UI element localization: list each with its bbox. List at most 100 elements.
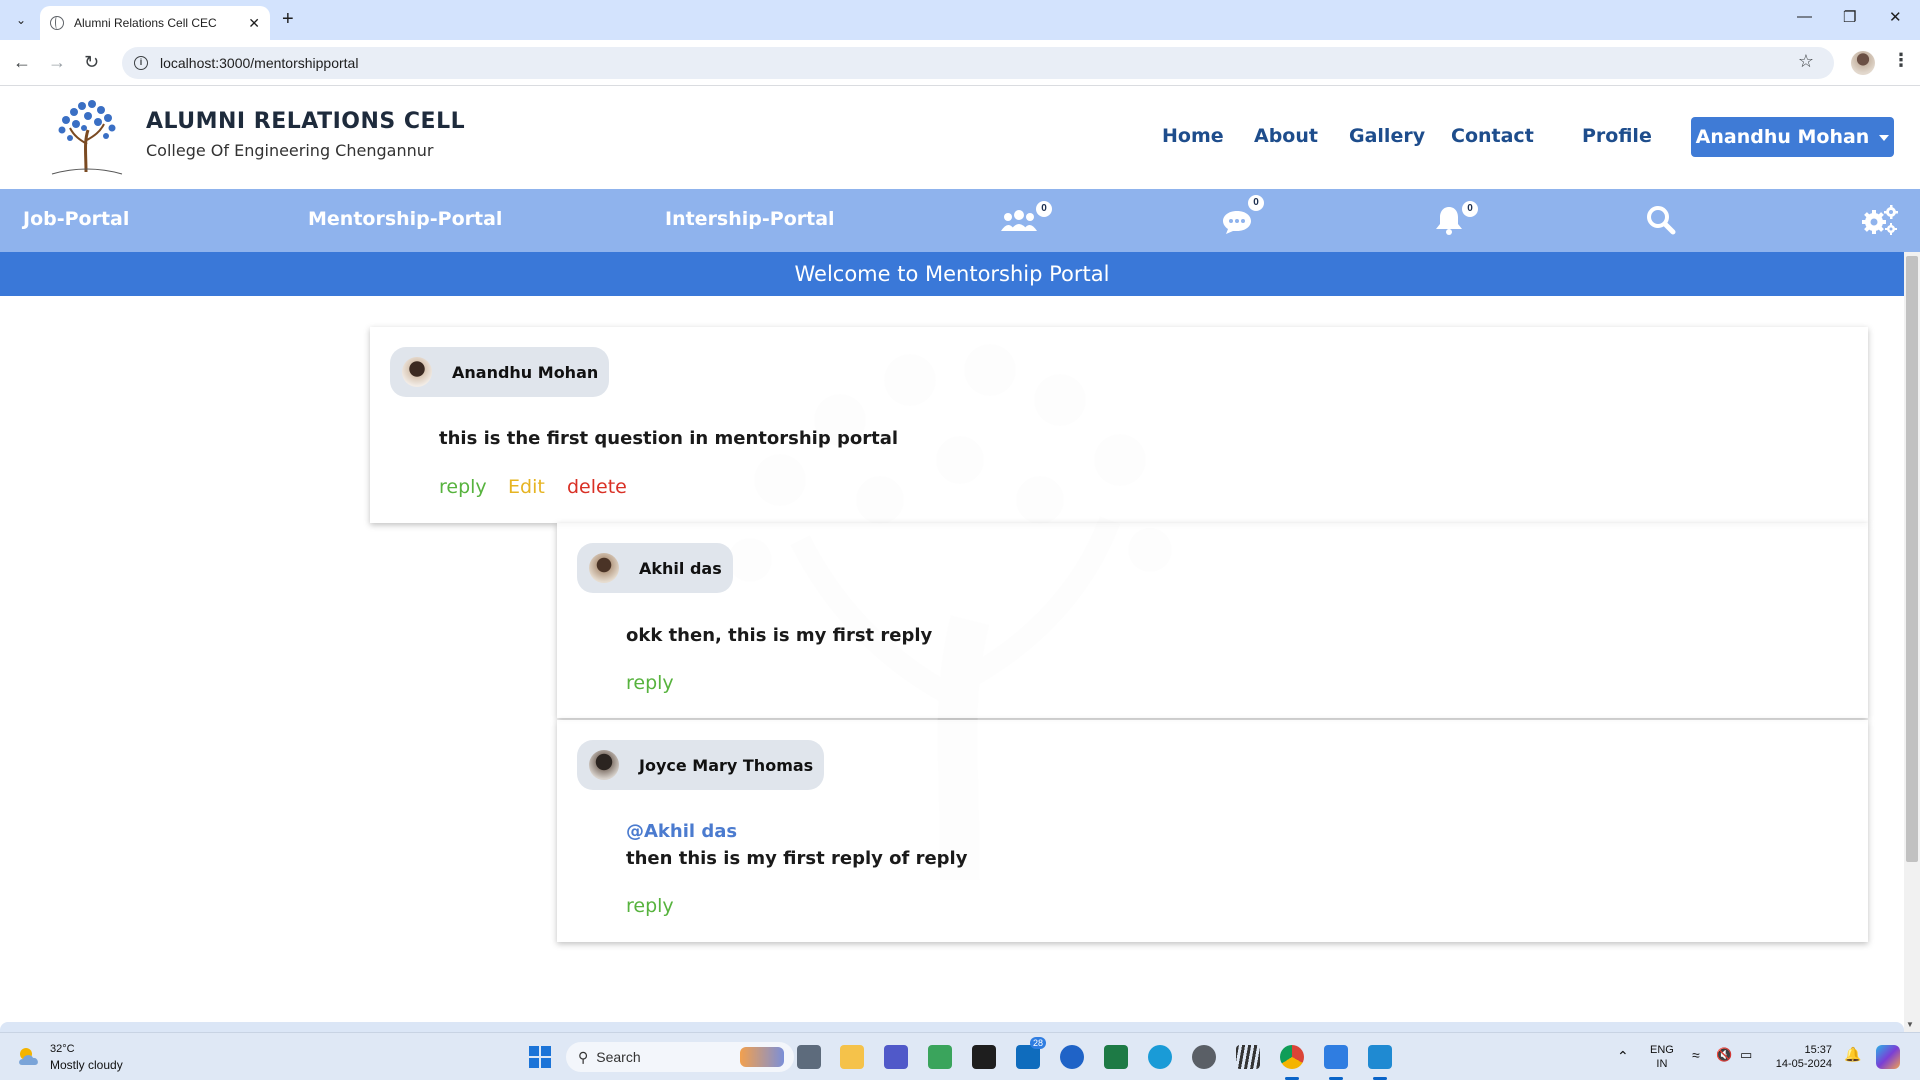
- app-icon[interactable]: [1192, 1045, 1216, 1069]
- reply-button[interactable]: reply: [439, 476, 487, 498]
- notifications-badge: 0: [1462, 201, 1478, 217]
- nav-home[interactable]: Home: [1162, 125, 1224, 147]
- scrollbar-thumb[interactable]: [1906, 256, 1918, 862]
- weather-cloud-icon[interactable]: [16, 1045, 44, 1067]
- brand-title: ALUMNI RELATIONS CELL: [146, 109, 466, 134]
- messages-badge: 0: [1248, 195, 1264, 211]
- footer-edge: [0, 1022, 1904, 1032]
- author-chip[interactable]: Akhil das: [577, 543, 733, 593]
- terminal-icon[interactable]: [972, 1045, 996, 1069]
- mentorship-portal-link[interactable]: Mentorship-Portal: [308, 208, 502, 230]
- copilot-icon[interactable]: [1876, 1045, 1900, 1069]
- avatar: [402, 357, 432, 387]
- minimize-button[interactable]: —: [1797, 8, 1812, 25]
- taskbar-search-placeholder: Search: [596, 1049, 641, 1065]
- portal-nav: Job-Portal Mentorship-Portal Intership-P…: [0, 189, 1920, 252]
- app-icon[interactable]: [1060, 1045, 1084, 1069]
- site-info-icon[interactable]: i: [134, 56, 148, 70]
- user-name: Anandhu Mohan: [1695, 126, 1870, 148]
- app-icon[interactable]: [928, 1045, 952, 1069]
- delete-button[interactable]: delete: [567, 476, 627, 498]
- nav-profile[interactable]: Profile: [1582, 125, 1652, 147]
- battery-icon[interactable]: ▭: [1740, 1048, 1752, 1062]
- close-window-button[interactable]: ✕: [1889, 8, 1902, 26]
- browser-menu-icon[interactable]: ⋮: [1892, 50, 1910, 71]
- chevron-up-icon[interactable]: ⌃: [1617, 1049, 1629, 1063]
- time: 15:37: [1804, 1044, 1832, 1056]
- question-text: this is the first question in mentorship…: [439, 428, 899, 449]
- file-explorer-icon[interactable]: [840, 1045, 864, 1069]
- forward-icon[interactable]: →: [48, 52, 66, 73]
- language-indicator[interactable]: ENG IN: [1650, 1043, 1674, 1071]
- groups-button[interactable]: 0: [1000, 201, 1052, 237]
- vscode-icon[interactable]: [1368, 1045, 1392, 1069]
- reply-button[interactable]: reply: [626, 672, 674, 694]
- settings-button[interactable]: [1860, 203, 1900, 237]
- brand-subtitle: College Of Engineering Chengannur: [146, 141, 434, 160]
- nav-contact[interactable]: Contact: [1451, 125, 1534, 147]
- app-icon[interactable]: [1236, 1045, 1260, 1069]
- clock[interactable]: 15:37 14-05-2024: [1772, 1043, 1832, 1071]
- reply-text: okk then, this is my first reply: [626, 625, 933, 646]
- notepad-icon[interactable]: [1324, 1045, 1348, 1069]
- taskbar-search[interactable]: ⚲ Search: [566, 1042, 794, 1072]
- notifications-button[interactable]: 0: [1434, 201, 1478, 237]
- author-name: Joyce Mary Thomas: [639, 755, 814, 775]
- bell-icon: [1436, 207, 1462, 235]
- address-bar[interactable]: i localhost:3000/mentorshipportal ☆: [122, 47, 1834, 79]
- search-highlight-icon: [740, 1047, 784, 1067]
- reload-icon[interactable]: ↻: [84, 52, 99, 73]
- globe-icon: [50, 16, 64, 30]
- gears-icon: [1862, 205, 1898, 235]
- volume-muted-icon[interactable]: 🔇: [1716, 1048, 1732, 1062]
- weather-description[interactable]: Mostly cloudy: [50, 1058, 123, 1072]
- scroll-down-arrow[interactable]: ▼: [1906, 1020, 1914, 1029]
- nav-gallery[interactable]: Gallery: [1349, 125, 1425, 147]
- search-button[interactable]: [1645, 203, 1679, 237]
- close-tab-icon[interactable]: ✕: [248, 15, 260, 32]
- question-card: Anandhu Mohan this is the first question…: [370, 327, 1868, 523]
- groups-badge: 0: [1036, 201, 1052, 217]
- excel-icon[interactable]: [1104, 1045, 1128, 1069]
- wifi-icon[interactable]: ≈: [1692, 1048, 1700, 1062]
- browser-tab[interactable]: Alumni Relations Cell CEC ✕: [40, 6, 270, 40]
- avatar: [589, 750, 619, 780]
- author-chip[interactable]: Anandhu Mohan: [390, 347, 610, 397]
- user-dropdown-button[interactable]: Anandhu Mohan: [1691, 117, 1894, 157]
- search-icon: [1647, 206, 1676, 235]
- messages-button[interactable]: 0: [1220, 195, 1264, 237]
- windows-start-icon[interactable]: [528, 1045, 552, 1069]
- tab-title: Alumni Relations Cell CEC: [74, 16, 217, 30]
- restore-button[interactable]: ❐: [1843, 8, 1856, 26]
- site-header: ALUMNI RELATIONS CELL College Of Enginee…: [0, 86, 1920, 189]
- edit-button[interactable]: Edit: [508, 476, 545, 498]
- author-name: Anandhu Mohan: [452, 362, 599, 382]
- bookmark-star-icon[interactable]: ☆: [1798, 51, 1814, 72]
- caret-down-icon: [1879, 135, 1890, 141]
- new-tab-button[interactable]: +: [282, 8, 294, 31]
- mention-link[interactable]: @Akhil das: [626, 821, 737, 842]
- notification-bell-icon[interactable]: 🔔: [1844, 1047, 1861, 1061]
- author-chip[interactable]: Joyce Mary Thomas: [577, 740, 825, 790]
- browser-toolbar: ← → ↻ i localhost:3000/mentorshipportal …: [0, 40, 1920, 86]
- author-name: Akhil das: [639, 558, 722, 578]
- reply-card: Akhil das okk then, this is my first rep…: [557, 523, 1868, 718]
- browser-profile-avatar[interactable]: [1851, 51, 1875, 75]
- tab-search-button[interactable]: ⌄: [10, 9, 32, 31]
- internship-portal-link[interactable]: Intership-Portal: [665, 208, 835, 230]
- teams-icon[interactable]: [884, 1045, 908, 1069]
- task-view-icon[interactable]: [797, 1045, 821, 1069]
- mail-icon[interactable]: 28: [1016, 1037, 1046, 1069]
- language-code: ENG: [1650, 1044, 1674, 1056]
- reply-button[interactable]: reply: [626, 895, 674, 917]
- weather-temperature[interactable]: 32°C: [50, 1043, 75, 1055]
- url-text[interactable]: localhost:3000/mentorshipportal: [160, 55, 358, 71]
- edge-icon[interactable]: [1148, 1045, 1172, 1069]
- region-code: IN: [1656, 1058, 1668, 1070]
- back-icon[interactable]: ←: [13, 52, 31, 73]
- search-icon: ⚲: [578, 1048, 589, 1065]
- job-portal-link[interactable]: Job-Portal: [23, 208, 129, 230]
- nav-about[interactable]: About: [1254, 125, 1318, 147]
- chrome-icon[interactable]: [1280, 1045, 1304, 1069]
- users-icon: [1001, 210, 1037, 231]
